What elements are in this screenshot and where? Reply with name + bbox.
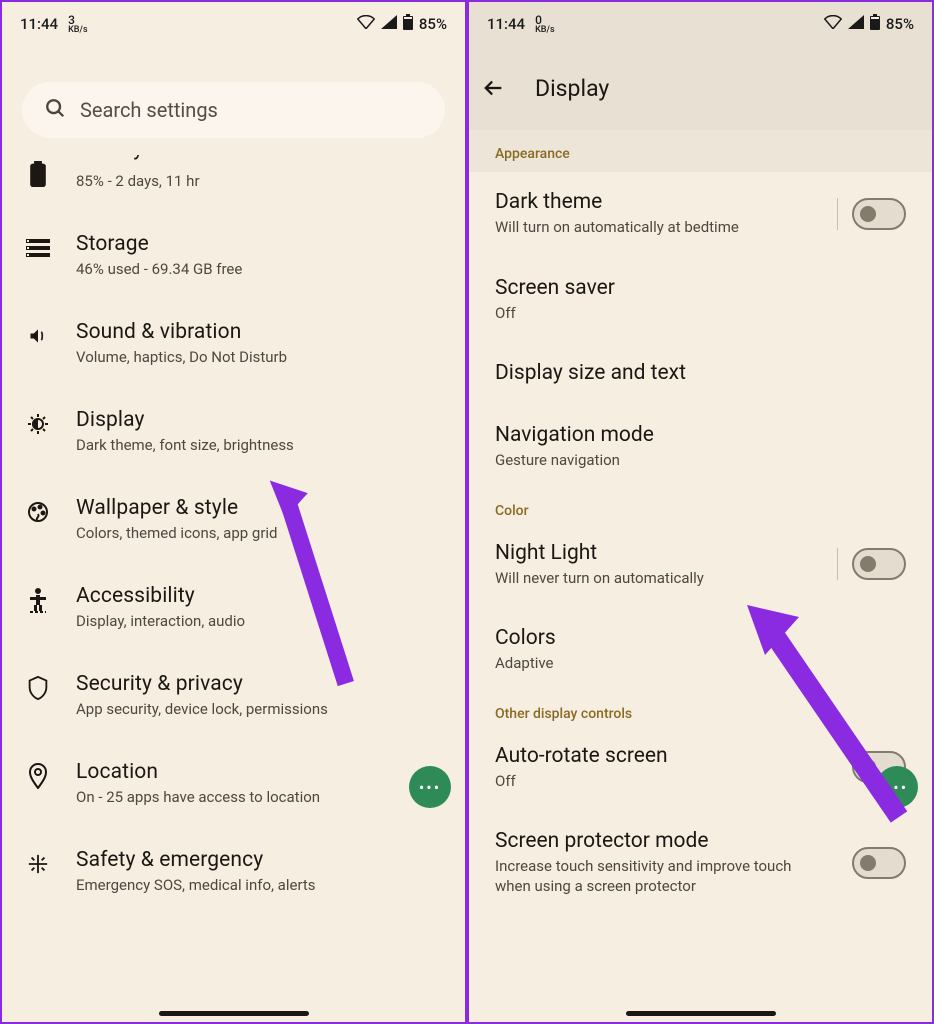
search-settings-bar[interactable]: Search settings bbox=[22, 82, 445, 138]
section-header: Appearance bbox=[469, 130, 932, 172]
settings-item-icon bbox=[24, 586, 52, 614]
settings-main-screen: 11:44 3 KB/s 85% Search settings Battery… bbox=[0, 0, 467, 1024]
app-bar: Display bbox=[469, 46, 932, 130]
section-header: Other display controls bbox=[469, 694, 932, 726]
settings-item-location[interactable]: LocationOn - 25 apps have access to loca… bbox=[24, 740, 443, 828]
setting-night-light[interactable]: Night LightWill never turn on automatica… bbox=[469, 523, 932, 609]
settings-item-battery[interactable]: Battery85% - 2 days, 11 hr bbox=[24, 152, 443, 212]
settings-item-icon bbox=[24, 498, 52, 526]
status-speed: 3 KB/s bbox=[68, 14, 88, 35]
settings-item-icon bbox=[24, 674, 52, 702]
status-time: 11:44 bbox=[20, 15, 58, 33]
setting-navigation-mode[interactable]: Navigation modeGesture navigation bbox=[469, 405, 932, 491]
settings-item-icon bbox=[24, 160, 52, 188]
settings-list: Battery85% - 2 days, 11 hrStorage46% use… bbox=[2, 152, 465, 916]
page-title: Display bbox=[535, 75, 609, 102]
toggle-switch[interactable] bbox=[852, 847, 906, 879]
display-settings-screen: 11:44 0 KB/s 85% Display AppearanceDark … bbox=[467, 0, 934, 1024]
search-placeholder: Search settings bbox=[80, 98, 218, 122]
fab-button[interactable]: ••• bbox=[876, 766, 918, 808]
back-button[interactable] bbox=[479, 77, 509, 99]
nav-pill[interactable] bbox=[159, 1011, 309, 1016]
wifi-icon bbox=[824, 15, 842, 33]
status-bar: 11:44 0 KB/s 85% bbox=[469, 2, 932, 46]
settings-item-display[interactable]: DisplayDark theme, font size, brightness bbox=[24, 388, 443, 476]
settings-item-accessibility[interactable]: AccessibilityDisplay, interaction, audio bbox=[24, 564, 443, 652]
setting-screen-saver[interactable]: Screen saverOff bbox=[469, 258, 932, 344]
status-bar: 11:44 3 KB/s 85% bbox=[2, 2, 465, 46]
settings-item-icon bbox=[24, 410, 52, 438]
settings-item-icon bbox=[24, 850, 52, 878]
status-battery-pct: 85% bbox=[886, 15, 914, 33]
setting-screen-protector-mode[interactable]: Screen protector modeIncrease touch sens… bbox=[469, 811, 932, 916]
setting-dark-theme[interactable]: Dark themeWill turn on automatically at … bbox=[469, 172, 932, 258]
fab-button[interactable]: ••• bbox=[409, 766, 451, 808]
signal-icon bbox=[848, 15, 864, 33]
separator bbox=[837, 198, 838, 230]
settings-item-icon bbox=[24, 322, 52, 350]
settings-item-sound-vibration[interactable]: Sound & vibrationVolume, haptics, Do Not… bbox=[24, 300, 443, 388]
battery-icon bbox=[403, 14, 413, 34]
nav-pill[interactable] bbox=[626, 1011, 776, 1016]
wifi-icon bbox=[357, 15, 375, 33]
signal-icon bbox=[381, 15, 397, 33]
separator bbox=[837, 548, 838, 580]
setting-colors[interactable]: ColorsAdaptive bbox=[469, 608, 932, 694]
settings-item-security-privacy[interactable]: Security & privacyApp security, device l… bbox=[24, 652, 443, 740]
toggle-switch[interactable] bbox=[852, 548, 906, 580]
search-icon bbox=[44, 97, 66, 123]
settings-item-safety-emergency[interactable]: Safety & emergencyEmergency SOS, medical… bbox=[24, 828, 443, 916]
settings-item-icon bbox=[24, 762, 52, 790]
section-header: Color bbox=[469, 491, 932, 523]
status-battery-pct: 85% bbox=[419, 15, 447, 33]
battery-icon bbox=[870, 14, 880, 34]
setting-display-size-and-text[interactable]: Display size and text bbox=[469, 343, 932, 405]
toggle-switch[interactable] bbox=[852, 198, 906, 230]
settings-item-icon bbox=[24, 234, 52, 262]
status-speed: 0 KB/s bbox=[535, 14, 555, 35]
settings-item-storage[interactable]: Storage46% used - 69.34 GB free bbox=[24, 212, 443, 300]
settings-item-wallpaper-style[interactable]: Wallpaper & styleColors, themed icons, a… bbox=[24, 476, 443, 564]
status-time: 11:44 bbox=[487, 15, 525, 33]
setting-auto-rotate-screen[interactable]: Auto-rotate screenOff bbox=[469, 726, 932, 812]
